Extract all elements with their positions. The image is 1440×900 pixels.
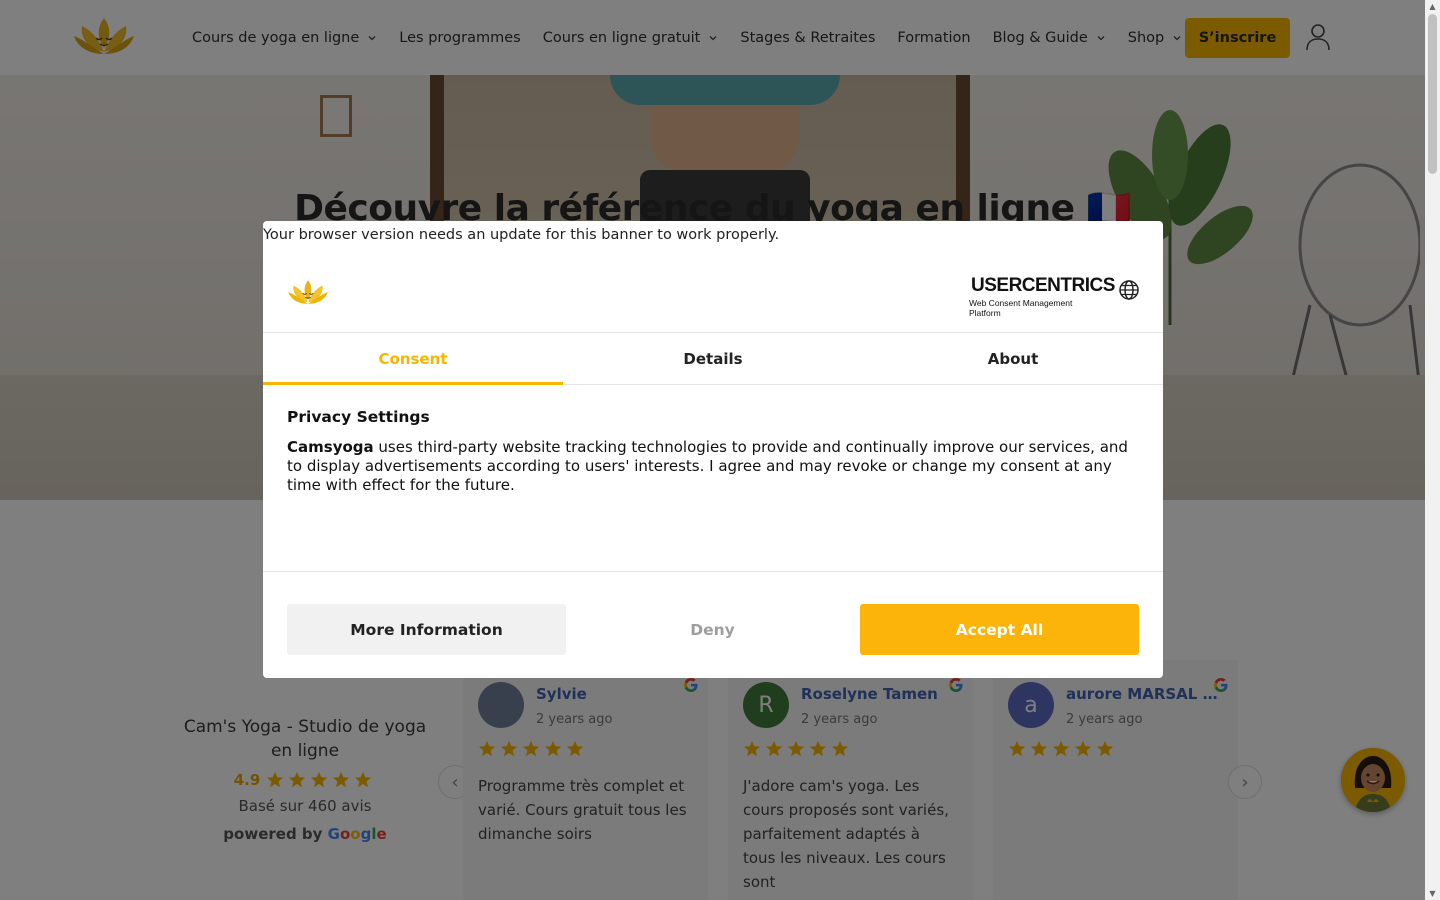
globe-icon[interactable] [1118,279,1140,301]
tab-details[interactable]: Details [563,333,863,384]
more-information-button[interactable]: More Information [287,604,566,655]
consent-body: Privacy Settings Camsyoga uses third-par… [287,408,1139,495]
browser-update-warning: Your browser version needs an update for… [263,227,780,243]
usercentrics-title: USERCENTRICS [971,275,1115,296]
consent-description-text: uses third-party website tracking techno… [287,438,1128,494]
accept-all-button[interactable]: Accept All [860,604,1139,655]
usercentrics-logo: USERCENTRICS Web Consent Management Plat… [969,275,1115,318]
consent-tabs: Consent Details About [263,332,1163,385]
deny-button[interactable]: Deny [573,604,852,655]
tab-consent[interactable]: Consent [263,333,563,385]
consent-dialog: Your browser version needs an update for… [263,221,1163,678]
scroll-up-icon[interactable]: ▲ [1428,2,1437,11]
consent-footer: More Information Deny Accept All [263,571,1163,678]
privacy-settings-heading: Privacy Settings [287,408,430,426]
consent-description: Camsyoga uses third-party website tracki… [287,438,1139,495]
page-scrollbar[interactable]: ▲ ▼ [1425,0,1440,900]
usercentrics-subtitle: Web Consent Management Platform [969,298,1073,318]
company-name: Camsyoga [287,438,374,456]
usercentrics-wordmark: USERCENTRICS [969,275,1115,297]
scroll-down-icon[interactable]: ▼ [1428,889,1437,898]
scroll-thumb[interactable] [1428,14,1437,174]
lotus-logo-icon [288,280,328,304]
tab-about[interactable]: About [863,333,1163,384]
